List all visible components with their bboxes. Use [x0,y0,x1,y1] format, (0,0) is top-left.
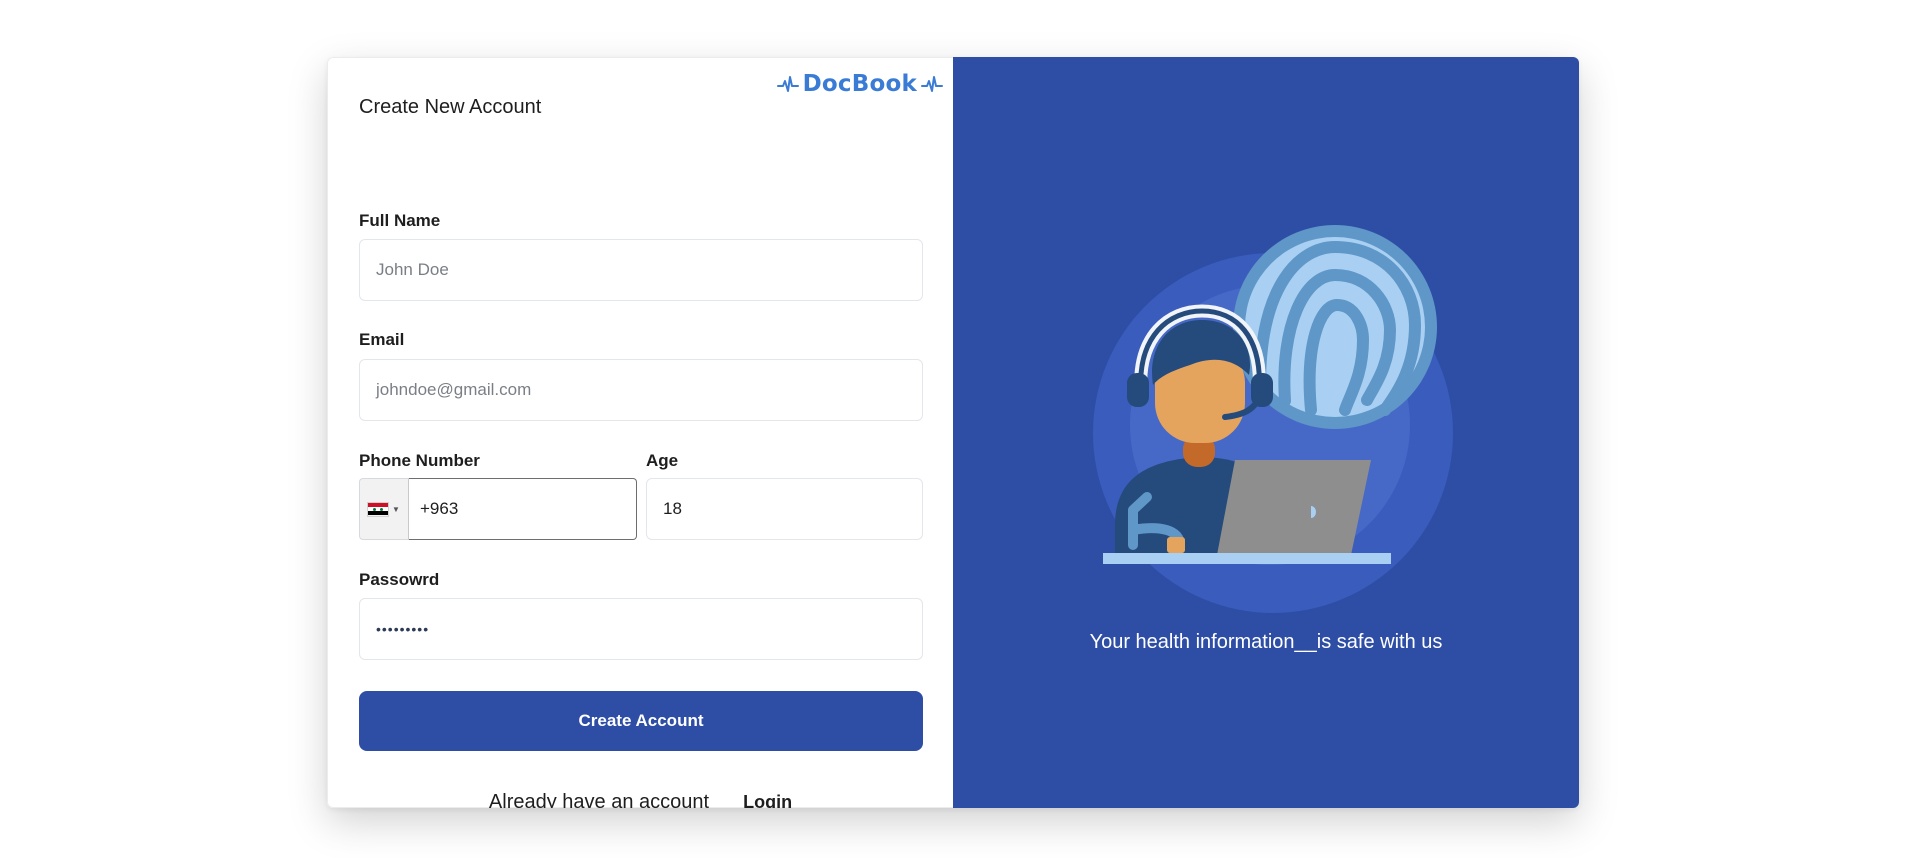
brand-logo: DocBook [776,71,943,97]
login-link[interactable]: Login [743,792,792,808]
password-value: ••••••••• [376,621,430,637]
brand-name: DocBook [802,71,917,97]
full-name-field[interactable]: John Doe [359,239,923,301]
syria-flag-icon [368,502,389,516]
chevron-down-icon: ▼ [392,504,400,514]
email-label: Email [359,330,405,349]
phone-number-field[interactable]: +963 [409,478,637,540]
heartbeat-icon [776,76,799,92]
already-have-account-text: Already have an account [488,791,710,808]
age-value: 18 [663,499,682,518]
signup-card: DocBook Create New Account Full Name Joh… [327,57,1579,808]
email-placeholder: johndoe@gmail.com [376,380,532,399]
full-name-placeholder: John Doe [376,260,449,279]
full-name-label: Full Name [359,211,441,230]
phone-label: Phone Number [359,451,480,470]
create-account-button[interactable]: Create Account [359,691,923,751]
heartbeat-icon [921,76,943,92]
password-label: Passowrd [359,570,440,589]
age-label: Age [646,451,679,470]
age-field[interactable]: 18 [646,478,923,540]
password-field[interactable]: ••••••••• [359,598,923,660]
country-code-select[interactable]: ▼ [359,478,409,540]
email-field[interactable]: johndoe@gmail.com [359,359,923,421]
hero-panel: Your health information__is safe with us [953,57,1579,808]
phone-number-value: +963 [420,499,459,518]
hero-caption: Your health information__is safe with us [1089,631,1443,653]
support-agent-fingerprint-illustration [1093,225,1453,613]
login-prompt: Already have an account Login [328,791,953,808]
page-title: Create New Account [359,96,542,118]
signup-form-panel: DocBook Create New Account Full Name Joh… [327,57,953,808]
phone-number-group: ▼ +963 [359,478,637,540]
